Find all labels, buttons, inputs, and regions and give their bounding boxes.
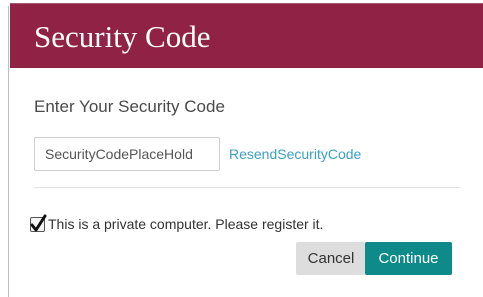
resend-security-code-link[interactable]: ResendSecurityCode bbox=[229, 146, 361, 162]
security-code-input[interactable] bbox=[34, 137, 220, 171]
cancel-button[interactable]: Cancel bbox=[296, 242, 366, 275]
private-computer-option: This is a private computer. Please regis… bbox=[30, 214, 323, 234]
dialog-header: Security Code bbox=[10, 3, 483, 68]
dialog-title: Security Code bbox=[34, 19, 211, 54]
dialog-left-border bbox=[8, 6, 9, 297]
checkmark-icon bbox=[30, 214, 47, 231]
dialog-subtitle: Enter Your Security Code bbox=[34, 97, 225, 116]
security-code-dialog: Security Code Enter Your Security Code R… bbox=[0, 0, 483, 297]
divider bbox=[34, 187, 461, 188]
private-computer-checkbox[interactable] bbox=[30, 214, 47, 232]
continue-button[interactable]: Continue bbox=[365, 242, 452, 275]
private-computer-label: This is a private computer. Please regis… bbox=[48, 216, 324, 232]
dialog-body: Enter Your Security Code ResendSecurityC… bbox=[10, 68, 483, 297]
